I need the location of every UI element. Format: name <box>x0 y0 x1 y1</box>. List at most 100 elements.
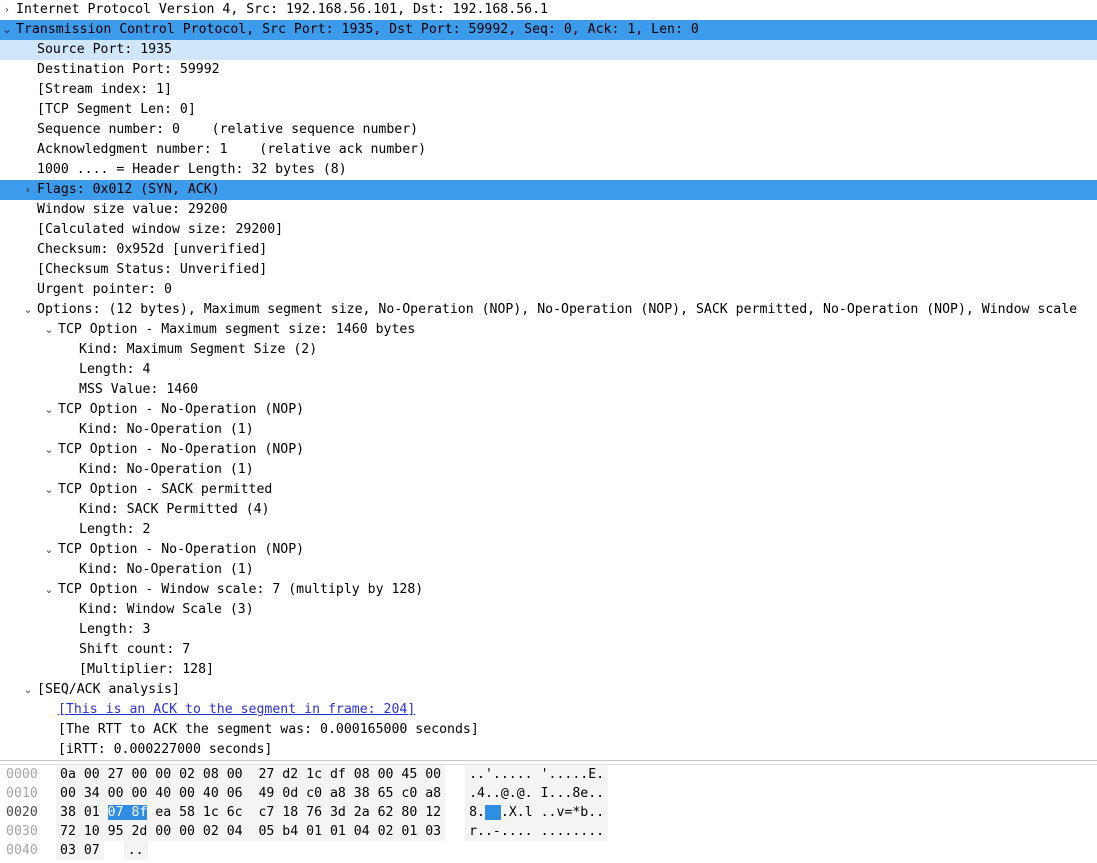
detail-row[interactable]: MSS Value: 1460 <box>0 380 1097 400</box>
hex-ascii-pre: 8. <box>469 805 485 820</box>
hex-dump-row[interactable]: 0010 00 34 00 00 40 00 40 06 49 0d c0 a8 … <box>0 784 1097 803</box>
detail-row[interactable]: [Stream index: 1] <box>0 80 1097 100</box>
detail-row-label: [iRTT: 0.000227000 seconds] <box>58 742 273 757</box>
detail-row[interactable]: ⌄ Transmission Control Protocol, Src Port… <box>0 20 1097 40</box>
detail-row-label: Kind: No-Operation (1) <box>79 462 254 477</box>
detail-row[interactable]: Window size value: 29200 <box>0 200 1097 220</box>
detail-row[interactable]: Length: 3 <box>0 620 1097 640</box>
detail-row-label: Acknowledgment number: 1 (relative ack n… <box>37 142 427 157</box>
hex-dump-row[interactable]: 0030 72 10 95 2d 00 00 02 04 05 b4 01 01 … <box>0 822 1097 841</box>
detail-row[interactable]: ⌄ TCP Option - Window scale: 7 (multiply … <box>0 580 1097 600</box>
hex-offset: 0020 <box>6 805 38 820</box>
hex-ascii[interactable]: .4..@.@. I...8e.. <box>465 784 609 803</box>
detail-row[interactable]: Kind: No-Operation (1) <box>0 560 1097 580</box>
detail-row-label: MSS Value: 1460 <box>79 382 199 397</box>
detail-row[interactable]: [Calculated window size: 29200] <box>0 220 1097 240</box>
hex-bytes[interactable]: 38 01 07 8f ea 58 1c 6c c7 18 76 3d 2a 6… <box>56 803 446 822</box>
chevron-down-icon[interactable]: ⌄ <box>42 540 56 560</box>
hex-ascii[interactable]: r..-.... ........ <box>465 822 609 841</box>
hex-bytes[interactable]: 00 34 00 00 40 00 40 06 49 0d c0 a8 38 6… <box>56 784 446 803</box>
detail-row[interactable]: [TCP Segment Len: 0] <box>0 100 1097 120</box>
detail-row[interactable]: [Checksum Status: Unverified] <box>0 260 1097 280</box>
detail-row[interactable]: Source Port: 1935 <box>0 40 1097 60</box>
detail-row[interactable]: Urgent pointer: 0 <box>0 280 1097 300</box>
detail-row[interactable]: [Multiplier: 128] <box>0 660 1097 680</box>
detail-row[interactable]: › Flags: 0x012 (SYN, ACK) <box>0 180 1097 200</box>
detail-row[interactable]: ⌄ Options: (12 bytes), Maximum segment si… <box>0 300 1097 320</box>
detail-row-label: Destination Port: 59992 <box>37 62 220 77</box>
chevron-down-icon[interactable]: ⌄ <box>21 680 35 700</box>
detail-row-label: [SEQ/ACK analysis] <box>37 682 180 697</box>
detail-row-label: Sequence number: 0 (relative sequence nu… <box>37 122 419 137</box>
hex-bytes[interactable]: 03 07 <box>56 841 104 860</box>
detail-row-label: Source Port: 1935 <box>37 42 172 57</box>
chevron-down-icon[interactable]: ⌄ <box>42 440 56 460</box>
detail-row[interactable]: Checksum: 0x952d [unverified] <box>0 240 1097 260</box>
detail-row[interactable]: [iRTT: 0.000227000 seconds] <box>0 740 1097 760</box>
detail-row-label: Internet Protocol Version 4, Src: 192.16… <box>16 2 548 17</box>
chevron-down-icon[interactable]: ⌄ <box>0 20 14 40</box>
detail-row[interactable]: [The RTT to ACK the segment was: 0.00016… <box>0 720 1097 740</box>
detail-row-label: Shift count: 7 <box>79 642 191 657</box>
detail-row[interactable]: Acknowledgment number: 1 (relative ack n… <box>0 140 1097 160</box>
detail-row[interactable]: Kind: No-Operation (1) <box>0 460 1097 480</box>
hex-ascii-post: .X.l ..v=*b.. <box>500 805 605 820</box>
detail-row-label: TCP Option - No-Operation (NOP) <box>58 402 305 417</box>
hex-dump-row[interactable]: 0000 0a 00 27 00 00 02 08 00 27 d2 1c df … <box>0 765 1097 784</box>
chevron-down-icon[interactable]: ⌄ <box>42 580 56 600</box>
detail-row[interactable]: › Internet Protocol Version 4, Src: 192.1… <box>0 0 1097 20</box>
detail-row-label: Kind: No-Operation (1) <box>79 422 254 437</box>
detail-row[interactable]: Kind: Window Scale (3) <box>0 600 1097 620</box>
hex-dump-row[interactable]: 0020 38 01 07 8f ea 58 1c 6c c7 18 76 3d … <box>0 803 1097 822</box>
detail-row-label: Kind: No-Operation (1) <box>79 562 254 577</box>
detail-row-label: TCP Option - No-Operation (NOP) <box>58 542 305 557</box>
detail-row-link[interactable]: [This is an ACK to the segment in frame:… <box>58 700 415 720</box>
chevron-down-icon[interactable]: ⌄ <box>42 480 56 500</box>
hex-bytes[interactable]: 0a 00 27 00 00 02 08 00 27 d2 1c df 08 0… <box>56 765 446 784</box>
detail-row[interactable]: Length: 2 <box>0 520 1097 540</box>
hex-bytes[interactable]: 72 10 95 2d 00 00 02 04 05 b4 01 01 04 0… <box>56 822 446 841</box>
detail-row-label: [Checksum Status: Unverified] <box>37 262 268 277</box>
detail-row[interactable]: 1000 .... = Header Length: 32 bytes (8) <box>0 160 1097 180</box>
detail-row-label: [The RTT to ACK the segment was: 0.00016… <box>58 722 479 737</box>
detail-row[interactable]: ⌄ TCP Option - No-Operation (NOP) <box>0 440 1097 460</box>
detail-row[interactable]: Kind: SACK Permitted (4) <box>0 500 1097 520</box>
chevron-down-icon[interactable]: ⌄ <box>21 300 35 320</box>
hex-dump-row[interactable]: 0040 03 07.. <box>0 841 1097 860</box>
hex-ascii[interactable]: 8....X.l ..v=*b.. <box>465 803 609 822</box>
hex-offset: 0000 <box>6 767 38 782</box>
detail-row[interactable]: Destination Port: 59992 <box>0 60 1097 80</box>
hex-offset: 0040 <box>6 843 38 858</box>
hex-offset: 0010 <box>6 786 38 801</box>
hex-bytes-selected[interactable]: 07 8f <box>107 805 148 820</box>
detail-row-label: Window size value: 29200 <box>37 202 228 217</box>
detail-row[interactable]: Length: 4 <box>0 360 1097 380</box>
detail-row-label: [Stream index: 1] <box>37 82 172 97</box>
detail-row[interactable]: ⌄ [SEQ/ACK analysis] <box>0 680 1097 700</box>
hex-offset: 0030 <box>6 824 38 839</box>
detail-row[interactable]: Kind: Maximum Segment Size (2) <box>0 340 1097 360</box>
detail-row[interactable]: ⌄ TCP Option - SACK permitted <box>0 480 1097 500</box>
detail-row-label: Urgent pointer: 0 <box>37 282 172 297</box>
chevron-right-icon[interactable]: › <box>0 0 14 20</box>
packet-bytes-pane[interactable]: 0000 0a 00 27 00 00 02 08 00 27 d2 1c df … <box>0 765 1097 863</box>
chevron-right-icon[interactable]: › <box>21 180 35 200</box>
detail-row[interactable]: ⌄ TCP Option - No-Operation (NOP) <box>0 400 1097 420</box>
chevron-down-icon[interactable]: ⌄ <box>42 320 56 340</box>
detail-row-label: [Calculated window size: 29200] <box>37 222 284 237</box>
hex-ascii[interactable]: ..'..... '.....E. <box>465 765 609 784</box>
detail-row[interactable]: ⌄ TCP Option - Maximum segment size: 1460… <box>0 320 1097 340</box>
detail-row[interactable]: Shift count: 7 <box>0 640 1097 660</box>
detail-row-label: Options: (12 bytes), Maximum segment siz… <box>37 302 1078 317</box>
hex-ascii[interactable]: .. <box>123 841 148 860</box>
detail-row[interactable]: Kind: No-Operation (1) <box>0 420 1097 440</box>
detail-row[interactable]: [This is an ACK to the segment in frame:… <box>0 700 1097 720</box>
detail-row-label: Length: 4 <box>79 362 151 377</box>
detail-row[interactable]: ⌄ TCP Option - No-Operation (NOP) <box>0 540 1097 560</box>
chevron-down-icon[interactable]: ⌄ <box>42 400 56 420</box>
hex-ascii-selected[interactable]: .. <box>485 805 501 820</box>
detail-row-label: Length: 2 <box>79 522 151 537</box>
detail-row-label: [Multiplier: 128] <box>79 662 214 677</box>
packet-details-pane[interactable]: › Internet Protocol Version 4, Src: 192.1… <box>0 0 1097 760</box>
detail-row[interactable]: Sequence number: 0 (relative sequence nu… <box>0 120 1097 140</box>
